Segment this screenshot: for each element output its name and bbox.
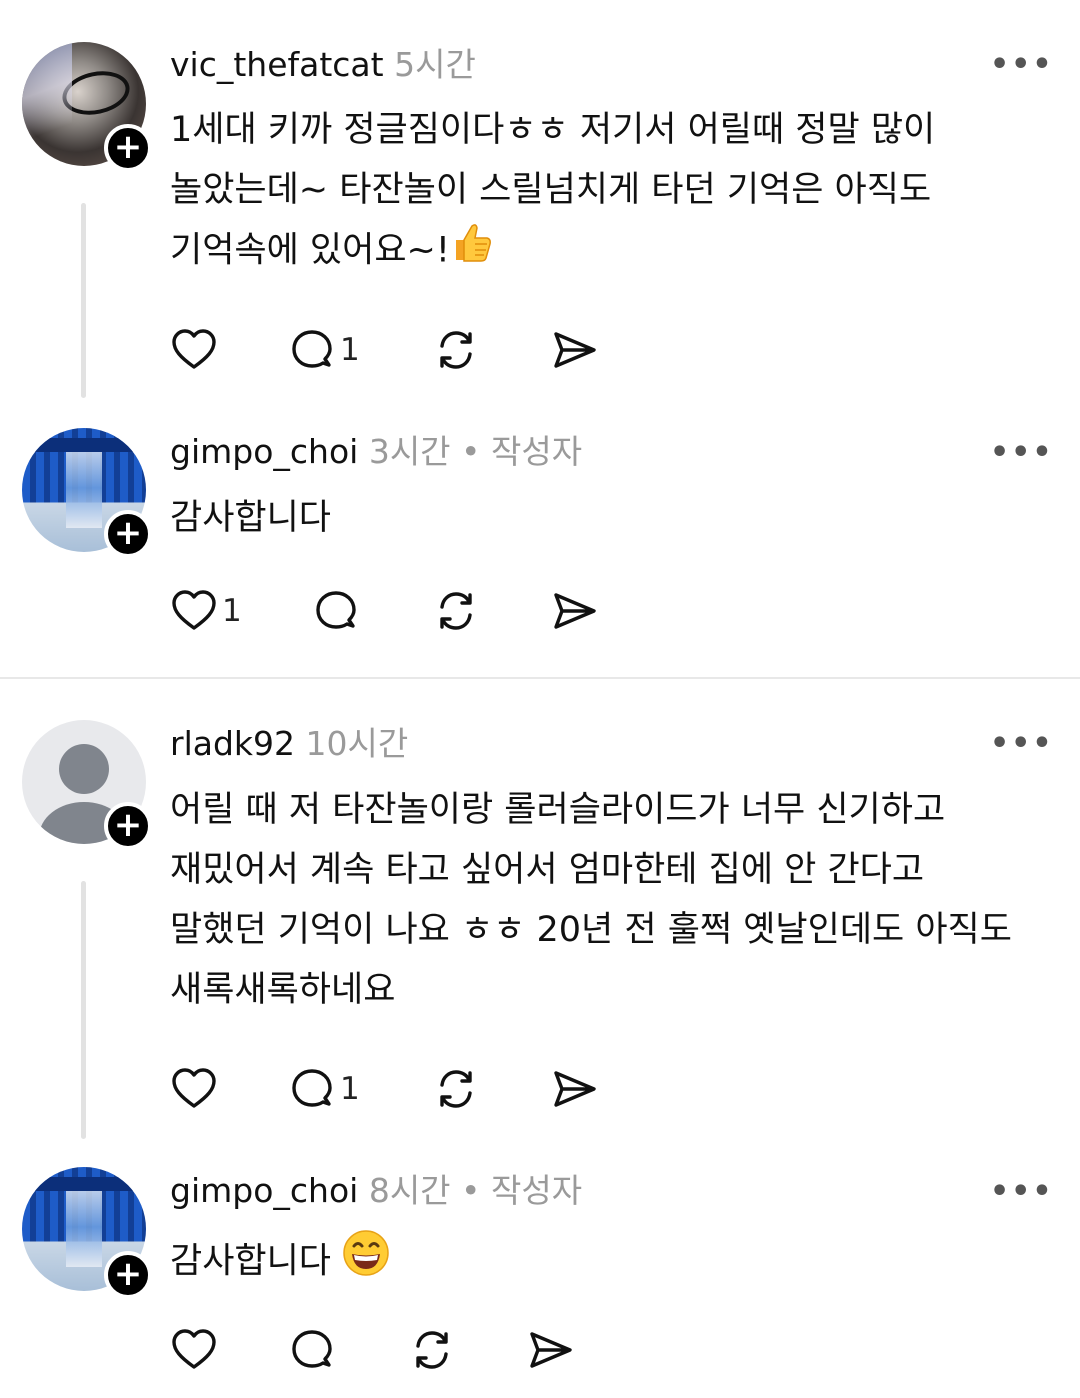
repost-button[interactable] xyxy=(408,1325,456,1375)
like-button[interactable] xyxy=(170,1325,222,1375)
follow-plus-icon[interactable]: + xyxy=(104,124,152,172)
comment-actions: 1 xyxy=(170,1064,670,1114)
heart-icon xyxy=(172,329,216,369)
send-icon xyxy=(530,1332,572,1368)
more-icon[interactable]: ••• xyxy=(990,438,1054,468)
comment-text: 어릴 때 저 타잔놀이랑 롤러슬라이드가 너무 신기하고 재밌어서 계속 타고 … xyxy=(170,790,1012,1010)
follow-plus-icon[interactable]: + xyxy=(104,1251,152,1299)
reply-button[interactable]: 1 xyxy=(288,325,360,375)
comment-text: 감사합니다 xyxy=(170,1229,1050,1296)
heart-icon xyxy=(172,590,216,630)
author-badge: 작성자 xyxy=(491,432,583,471)
send-icon xyxy=(554,332,596,368)
timestamp: 10시간 xyxy=(305,724,409,763)
comment-rladk92: + rladk92 10시간 ••• 어릴 때 저 타잔놀이랑 롤러슬라이드가 … xyxy=(0,679,1080,1139)
comment-meta: gimpo_choi 8시간 • 작성자 xyxy=(170,1171,582,1211)
repost-icon xyxy=(440,1070,472,1108)
reply-button[interactable] xyxy=(312,586,364,636)
separator-dot: • xyxy=(461,432,481,471)
reply-count: 1 xyxy=(340,1071,360,1107)
repost-button[interactable] xyxy=(432,1064,480,1114)
reply-count: 1 xyxy=(340,332,360,368)
comment-gimpo-choi-reply-1: + gimpo_choi 3시간 • 작성자 ••• 감사합니다 1 xyxy=(0,400,1080,677)
share-button[interactable] xyxy=(550,1064,598,1114)
comment-gimpo-choi-reply-2: + gimpo_choi 8시간 • 작성자 ••• 감사합니다 xyxy=(0,1139,1080,1398)
like-count: 1 xyxy=(222,593,242,629)
like-button[interactable] xyxy=(170,1064,222,1114)
repost-icon xyxy=(416,1331,448,1369)
comment-vic-thefatcat: + vic_thefatcat 5시간 ••• 1세대 키까 정글짐이다ㅎㅎ 저… xyxy=(0,0,1080,400)
default-avatar-head-icon xyxy=(59,744,109,794)
send-icon xyxy=(554,1071,596,1107)
more-icon[interactable]: ••• xyxy=(990,729,1054,759)
comment-text: 감사합니다 xyxy=(170,498,332,538)
more-icon[interactable]: ••• xyxy=(990,50,1054,80)
username[interactable]: vic_thefatcat xyxy=(170,45,384,84)
username[interactable]: gimpo_choi xyxy=(170,432,358,471)
author-badge: 작성자 xyxy=(491,1171,583,1210)
share-button[interactable] xyxy=(550,325,598,375)
comment-icon xyxy=(292,1330,332,1368)
comment-actions: 1 xyxy=(170,586,670,636)
grinning-face-emoji-icon xyxy=(342,1229,390,1296)
comment-meta: vic_thefatcat 5시간 xyxy=(170,45,476,85)
repost-icon xyxy=(440,592,472,630)
comment-icon xyxy=(292,330,332,368)
comment-actions xyxy=(170,1325,670,1375)
timestamp: 5시간 xyxy=(394,45,476,84)
share-button[interactable] xyxy=(526,1325,574,1375)
comment-meta: rladk92 10시간 xyxy=(170,724,408,764)
comment-icon xyxy=(292,1069,332,1107)
username[interactable]: rladk92 xyxy=(170,724,295,763)
repost-button[interactable] xyxy=(432,586,480,636)
comment-meta: gimpo_choi 3시간 • 작성자 xyxy=(170,432,582,472)
comment-text: 1세대 키까 정글짐이다ㅎㅎ 저기서 어릴때 정말 많이 놀았는데~ 타잔놀이 … xyxy=(170,100,1050,283)
repost-icon xyxy=(440,331,472,369)
like-button[interactable] xyxy=(170,325,222,375)
separator-dot: • xyxy=(461,1171,481,1210)
timestamp: 3시간 xyxy=(368,432,451,471)
thread-line xyxy=(81,881,86,1139)
follow-plus-icon[interactable]: + xyxy=(104,802,152,850)
comment-icon xyxy=(316,591,356,629)
share-button[interactable] xyxy=(550,586,598,636)
thread-line xyxy=(81,203,86,398)
more-icon[interactable]: ••• xyxy=(990,1177,1054,1207)
reply-button[interactable]: 1 xyxy=(288,1064,360,1114)
username[interactable]: gimpo_choi xyxy=(170,1171,358,1210)
reply-button[interactable] xyxy=(288,1325,340,1375)
timestamp: 8시간 xyxy=(368,1171,451,1210)
send-icon xyxy=(554,593,596,629)
repost-button[interactable] xyxy=(432,325,480,375)
comment-actions: 1 xyxy=(170,325,670,375)
thumbs-up-emoji-icon xyxy=(450,220,494,283)
heart-icon xyxy=(172,1329,216,1369)
heart-icon xyxy=(172,1068,216,1108)
like-button[interactable]: 1 xyxy=(170,586,242,636)
follow-plus-icon[interactable]: + xyxy=(104,510,152,558)
